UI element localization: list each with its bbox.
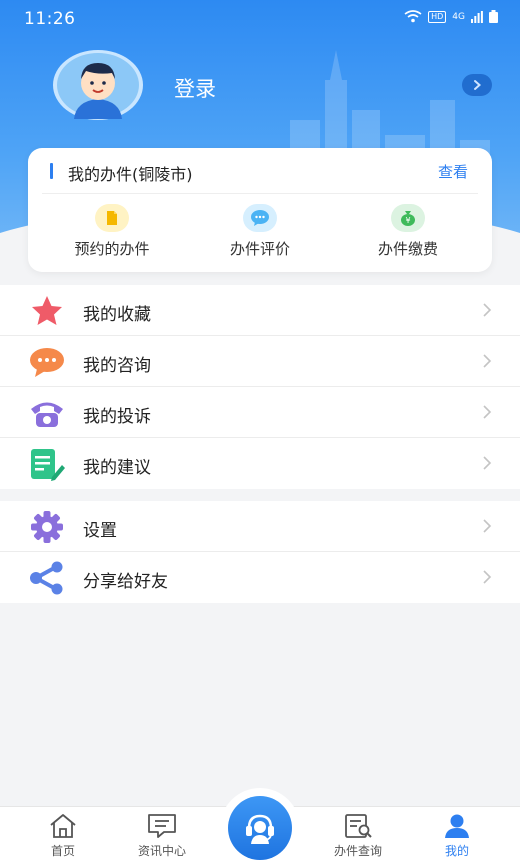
gear-icon	[31, 511, 63, 543]
status-time: 11:26	[24, 9, 76, 29]
status-bar: 11:26 HD 4G	[0, 0, 520, 38]
tab-label: 办件查询	[333, 844, 382, 858]
signal-label: 4G	[452, 11, 465, 22]
affair-item-label: 办件缴费	[377, 240, 438, 258]
message-icon	[148, 814, 176, 838]
avatar[interactable]	[52, 49, 144, 121]
chevron-right-icon	[483, 570, 492, 584]
share-icon	[30, 561, 63, 595]
menu-item-label: 我的投诉	[83, 407, 151, 427]
battery-icon	[489, 10, 498, 23]
affair-item-appointments[interactable]: 预约的办件	[42, 204, 182, 259]
menu-group-general: 设置 分享给好友	[0, 501, 520, 603]
chevron-right-icon	[483, 405, 492, 419]
hd-badge: HD	[428, 10, 447, 23]
tab-label: 我的	[444, 844, 469, 858]
chevron-right-icon	[483, 456, 492, 470]
menu-group-personal: 我的收藏 我的咨询 我的投诉 我的建议	[0, 285, 520, 489]
view-all-link[interactable]: 查看	[438, 161, 468, 182]
my-affairs-card: 我的办件(铜陵市) 查看 预约的办件 办件评价 ¥ 办件缴费	[28, 148, 492, 272]
customer-service-icon	[228, 796, 292, 860]
menu-item-label: 分享给好友	[83, 572, 168, 592]
tab-affair-query[interactable]: 办件查询	[318, 813, 398, 859]
money-bag-icon: ¥	[391, 204, 425, 232]
home-icon	[50, 814, 76, 838]
wifi-icon	[404, 10, 422, 23]
tab-news-center[interactable]: 资讯中心	[122, 813, 202, 859]
document-icon	[95, 204, 129, 232]
menu-item-consultations[interactable]: 我的咨询	[0, 336, 520, 387]
svg-text:¥: ¥	[405, 216, 410, 225]
tab-label: 首页	[50, 844, 75, 858]
affair-item-payment[interactable]: ¥ 办件缴费	[338, 204, 478, 259]
login-link[interactable]: 登录	[174, 73, 216, 103]
menu-item-label: 我的收藏	[83, 305, 151, 325]
menu-item-complaints[interactable]: 我的投诉	[0, 387, 520, 438]
chevron-right-icon	[483, 303, 492, 317]
chat-icon	[30, 348, 64, 377]
affair-item-evaluation[interactable]: 办件评价	[190, 204, 330, 259]
status-icons: HD 4G	[404, 10, 498, 23]
star-icon	[32, 296, 62, 325]
chat-bubble-icon	[243, 204, 277, 232]
telephone-icon	[31, 402, 63, 427]
tab-home[interactable]: 首页	[23, 813, 103, 859]
menu-item-label: 设置	[83, 521, 117, 541]
search-document-icon	[345, 814, 372, 838]
note-edit-icon	[31, 449, 65, 481]
menu-item-label: 我的建议	[83, 458, 151, 478]
customer-service-button[interactable]	[220, 788, 300, 866]
user-icon	[445, 814, 469, 838]
menu-item-suggestions[interactable]: 我的建议	[0, 438, 520, 489]
my-affairs-title: 我的办件(铜陵市)	[68, 165, 193, 184]
chevron-right-icon	[483, 354, 492, 368]
signal-icon	[471, 10, 483, 23]
menu-item-share[interactable]: 分享给好友	[0, 552, 520, 603]
tab-label: 资讯中心	[137, 844, 186, 858]
card-divider	[42, 193, 478, 194]
profile-arrow-icon[interactable]	[462, 74, 492, 96]
menu-item-label: 我的咨询	[83, 356, 151, 376]
affair-item-label: 预约的办件	[74, 240, 150, 258]
title-accent-bar	[50, 163, 53, 179]
tab-mine[interactable]: 我的	[417, 813, 497, 859]
menu-item-favorites[interactable]: 我的收藏	[0, 285, 520, 336]
menu-item-settings[interactable]: 设置	[0, 501, 520, 552]
chevron-right-icon	[483, 519, 492, 533]
affair-item-label: 办件评价	[229, 240, 290, 258]
